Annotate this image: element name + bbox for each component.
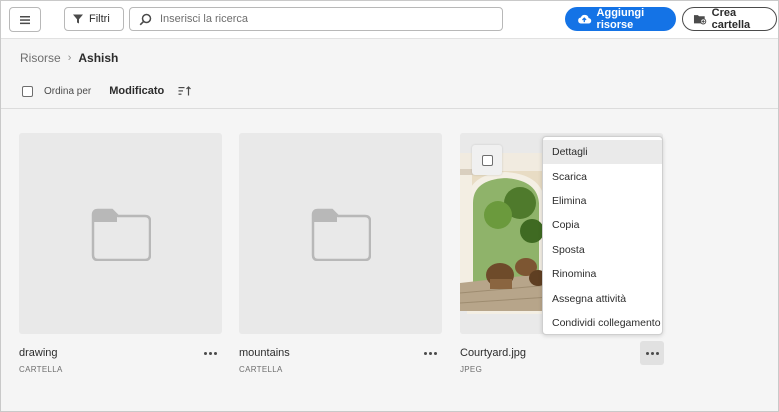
menu-item-delete[interactable]: Elimina: [543, 189, 662, 213]
cloud-upload-icon: [578, 14, 592, 24]
search-icon: [139, 13, 152, 25]
filter-button[interactable]: Filtri: [64, 7, 124, 31]
menu-item-details[interactable]: Dettagli: [543, 140, 662, 165]
more-icon: [423, 351, 437, 355]
filter-label: Filtri: [89, 13, 110, 25]
sort-ascending-icon: [178, 86, 192, 96]
app-window: Filtri Aggiungi risorse Crea cartella: [0, 0, 779, 412]
top-toolbar: Filtri Aggiungi risorse Crea cartella: [1, 1, 778, 39]
folder-add-icon: [693, 15, 707, 25]
add-assets-label: Aggiungi risorse: [596, 7, 645, 31]
breadcrumb-separator: ›: [67, 52, 72, 64]
card-type: JPEG: [460, 365, 483, 374]
sort-bar: Ordina per Modificato: [22, 85, 192, 97]
hamburger-menu-button[interactable]: [9, 7, 41, 32]
search-box[interactable]: [129, 7, 503, 31]
sort-field-dropdown[interactable]: Modificato: [109, 85, 164, 97]
breadcrumb-root-link[interactable]: Risorse: [20, 51, 61, 65]
select-all-checkbox[interactable]: [22, 85, 33, 97]
asset-card[interactable]: drawing CARTELLA: [19, 133, 222, 374]
folder-thumbnail[interactable]: [239, 133, 442, 334]
menu-item-assign-task[interactable]: Assegna attività: [543, 286, 662, 310]
menu-item-copy[interactable]: Copia: [543, 213, 662, 237]
menu-item-download[interactable]: Scarica: [543, 164, 662, 188]
breadcrumb: Risorse › Ashish: [20, 51, 118, 65]
more-icon: [203, 351, 217, 355]
search-input[interactable]: [160, 13, 480, 25]
folder-thumbnail[interactable]: [19, 133, 222, 334]
sort-label: Ordina per: [44, 85, 92, 97]
more-options-button[interactable]: [198, 341, 222, 365]
sort-order-button[interactable]: [178, 86, 192, 96]
select-checkbox[interactable]: [472, 145, 502, 175]
create-folder-button[interactable]: Crea cartella: [682, 7, 777, 31]
checkbox-box: [481, 154, 493, 166]
filter-icon: [73, 14, 83, 24]
asset-card[interactable]: mountains CARTELLA: [239, 133, 442, 374]
more-icon: [645, 351, 659, 355]
folder-icon: [91, 208, 151, 261]
section-divider: [1, 108, 778, 109]
card-name[interactable]: mountains: [239, 347, 290, 359]
card-type: CARTELLA: [239, 365, 283, 374]
menu-item-move[interactable]: Sposta: [543, 238, 662, 262]
more-options-button[interactable]: [418, 341, 442, 365]
folder-icon: [311, 208, 371, 261]
menu-item-rename[interactable]: Rinomina: [543, 262, 662, 286]
create-folder-label: Crea cartella: [711, 7, 751, 31]
more-options-button[interactable]: [640, 341, 664, 365]
card-type: CARTELLA: [19, 365, 63, 374]
breadcrumb-current: Ashish: [78, 51, 119, 65]
add-assets-button[interactable]: Aggiungi risorse: [565, 7, 676, 31]
menu-item-share-link[interactable]: Condividi collegamento: [543, 311, 662, 335]
context-menu: Dettagli Scarica Elimina Copia Sposta Ri…: [542, 136, 663, 335]
card-name[interactable]: Courtyard.jpg: [460, 347, 526, 359]
hamburger-icon: [20, 15, 30, 24]
card-name[interactable]: drawing: [19, 347, 58, 359]
